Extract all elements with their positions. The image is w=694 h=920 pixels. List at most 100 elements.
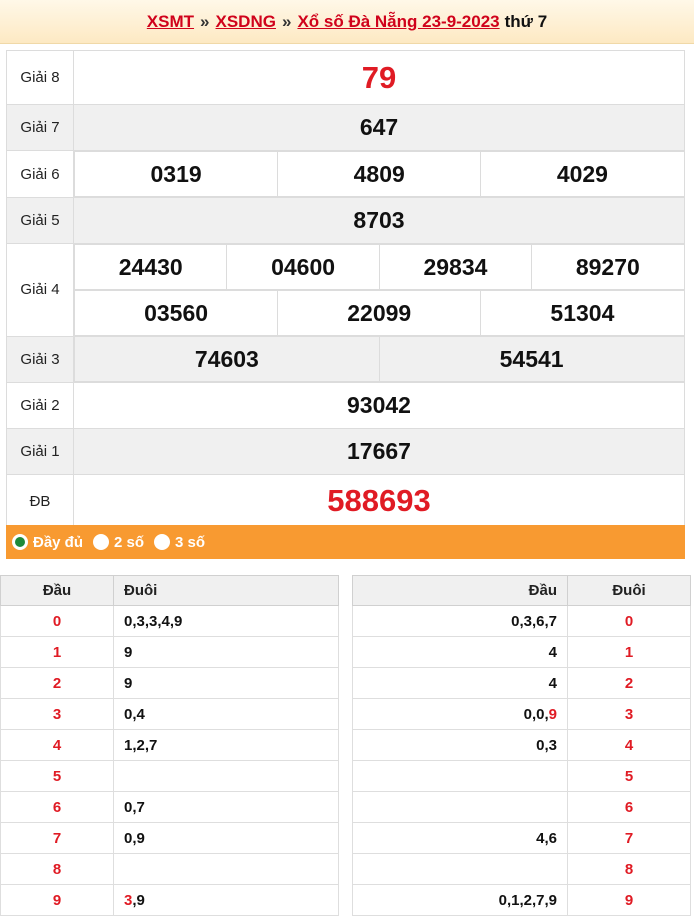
table-row: 3 0,4 [0, 698, 339, 730]
prize-row-g4: Giải 4 24430 04600 29834 89270 03560 220… [6, 243, 685, 337]
prize-label: Giải 6 [6, 150, 74, 198]
prize-number: 24430 [73, 244, 228, 290]
breadcrumb-separator: » [200, 11, 210, 31]
prize-row-g8: Giải 8 79 [6, 50, 685, 105]
prize-number: 89270 [531, 244, 685, 290]
table-row: 29 [0, 667, 339, 699]
tail-digits: 1,2,7 [113, 729, 339, 761]
head-digits: 0,3 [352, 729, 568, 761]
tail-digits [113, 853, 339, 885]
breadcrumb-link-result-date[interactable]: Xổ số Đà Nẵng 23-9-2023 [297, 12, 499, 32]
prize-label: ĐB [6, 474, 74, 528]
prize-row-g5: Giải 5 8703 [6, 197, 685, 244]
table-row: 5 [352, 760, 691, 792]
table-row: 5 [0, 760, 339, 792]
prize-row-g3: Giải 3 74603 54541 [6, 335, 685, 383]
digit-list: 0,0, [523, 705, 549, 723]
table-row: 8 [352, 853, 691, 885]
tail-digit: 3 [567, 698, 691, 730]
tail-digit: 0 [567, 605, 691, 637]
results-table: Giải 8 79 Giải 7 647 Giải 6 0319 4809 40… [6, 50, 685, 528]
head-digit: 0 [0, 605, 114, 637]
tail-digits: 9 [113, 667, 339, 699]
breadcrumb-link-xsdng[interactable]: XSDNG [216, 12, 276, 32]
tail-digit: 2 [567, 667, 691, 699]
prize-label: Giải 8 [6, 50, 74, 105]
prize-label: Giải 4 [6, 243, 74, 337]
prize-numbers-group: 74603 54541 [73, 336, 685, 383]
breadcrumb: XSMT » XSDNG » Xổ số Đà Nẵng 23-9-2023 t… [0, 0, 694, 44]
table-row: 41 [352, 636, 691, 668]
table-row: 0,3 4 [352, 729, 691, 761]
prize-number: 03560 [73, 290, 279, 336]
prize-number: 4029 [480, 151, 685, 197]
head-digit: 7 [0, 822, 114, 854]
prize-number: 04600 [226, 244, 380, 290]
option-label: 3 số [175, 533, 206, 551]
table-row: 6 0,7 [0, 791, 339, 823]
prize-number: 74603 [74, 336, 380, 382]
radio-icon[interactable] [93, 534, 110, 550]
head-digit: 8 [0, 853, 114, 885]
table-row: 0 0,3,3,4,9 [0, 605, 339, 637]
prize-label: Giải 3 [6, 335, 74, 383]
tail-digits: 0,3,3,4,9 [113, 605, 339, 637]
head-digits [352, 791, 568, 823]
radio-selected-icon[interactable] [12, 534, 28, 550]
table-row: 0,1,2,7,9 9 [352, 884, 691, 916]
tail-digits: 0,4 [113, 698, 339, 730]
prize-number: 0319 [73, 151, 279, 197]
tail-digits: 0,7 [113, 791, 339, 823]
prize-number: 17667 [73, 428, 685, 475]
display-options-bar: Đầy đủ 2 số 3 số [6, 525, 685, 559]
prize-number: 22099 [277, 290, 482, 336]
head-digit: 1 [0, 636, 114, 668]
head-digits: 4 [352, 667, 568, 699]
digit-list: ,9 [132, 891, 145, 909]
tail-digit: 9 [567, 884, 691, 916]
tail-digits [113, 760, 339, 792]
option-full[interactable]: Đầy đủ [12, 534, 83, 551]
table-row: 0,0,9 3 [352, 698, 691, 730]
head-digits [352, 760, 568, 792]
breadcrumb-weekday: thứ 7 [504, 11, 548, 31]
head-digits: 0,3,6,7 [352, 605, 568, 637]
breadcrumb-link-xsmt[interactable]: XSMT [147, 12, 194, 32]
table-row: 4,6 7 [352, 822, 691, 854]
prize-number: 51304 [480, 290, 685, 336]
tail-digit: 7 [567, 822, 691, 854]
column-header-tail: Đuôi [567, 575, 691, 606]
head-digit: 3 [0, 698, 114, 730]
tail-digits: 9 [113, 636, 339, 668]
radio-icon[interactable] [154, 534, 171, 550]
column-header-head: Đầu [0, 575, 114, 606]
prize-numbers-group: 24430 04600 29834 89270 03560 22099 5130… [73, 244, 685, 336]
table-row: 4 1,2,7 [0, 729, 339, 761]
prize-label: Giải 1 [6, 428, 74, 475]
prize-row-g7: Giải 7 647 [6, 104, 685, 151]
prize-number: 29834 [378, 244, 533, 290]
prize-row-g6: Giải 6 0319 4809 4029 [6, 150, 685, 198]
option-2-digits[interactable]: 2 số [93, 534, 144, 551]
breadcrumb-separator: » [281, 11, 292, 31]
prize-number: 647 [73, 104, 685, 151]
prize-numbers-group: 0319 4809 4029 [73, 151, 685, 198]
prize-row-g2: Giải 2 93042 [6, 382, 685, 429]
prize-label: Giải 5 [6, 197, 74, 244]
head-digit: 2 [0, 667, 114, 699]
table-row: 19 [0, 636, 339, 668]
head-digits [352, 853, 568, 885]
tail-head-table: Đầu Đuôi 0,3,6,7 0 4 1 4 2 0,0,9 3 0,3 4 5 6 4,6 7 8 0,… [352, 575, 691, 916]
tail-digit: 6 [567, 791, 691, 823]
head-digit: 6 [0, 791, 114, 823]
head-digits: 4 [352, 636, 568, 668]
prize-row-g1: Giải 1 17667 [6, 428, 685, 475]
tail-digit: 4 [567, 729, 691, 761]
table-row: 6 [352, 791, 691, 823]
option-3-digits[interactable]: 3 số [154, 534, 205, 551]
table-row: 8 [0, 853, 339, 885]
column-header-tail: Đuôi [113, 575, 339, 606]
tail-digit: 8 [567, 853, 691, 885]
prize-number: 93042 [73, 382, 685, 429]
head-digit: 5 [0, 760, 114, 792]
